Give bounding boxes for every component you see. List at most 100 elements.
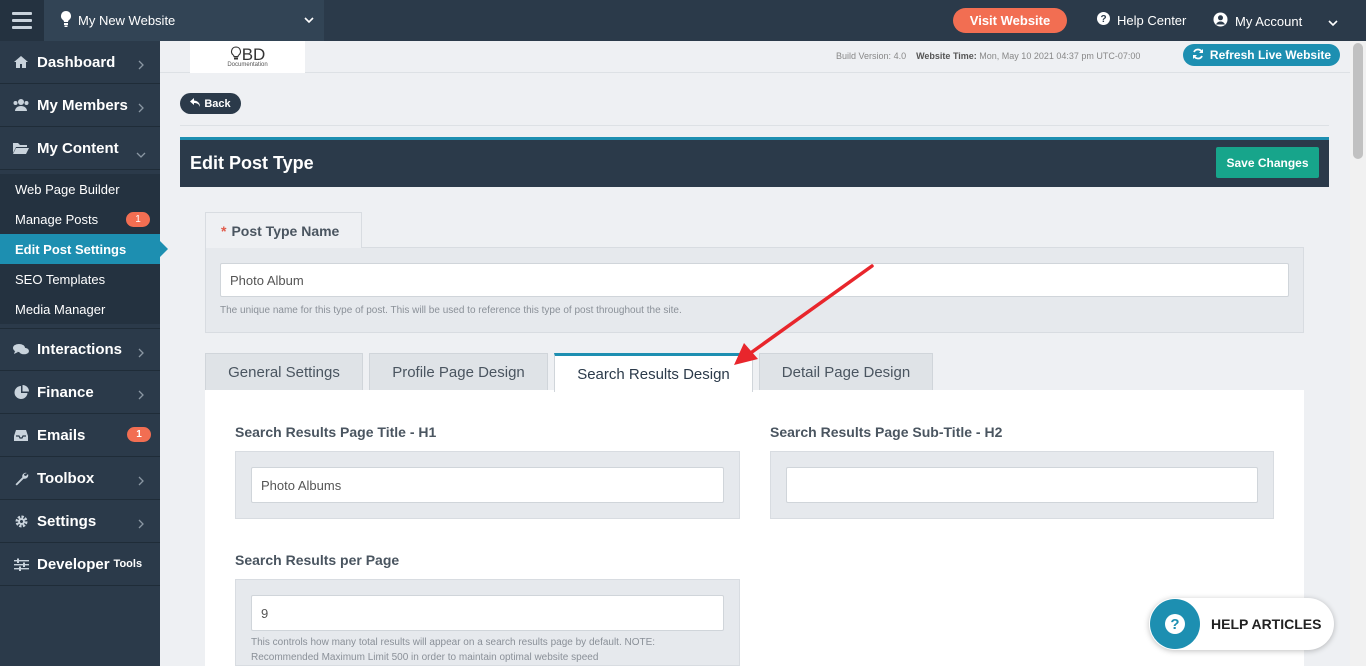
website-time-value: Mon, May 10 2021 04:37 pm UTC-07:00 (979, 51, 1141, 61)
refresh-live-website-button[interactable]: Refresh Live Website (1183, 44, 1340, 66)
sidebar-item-edit-post-settings[interactable]: Edit Post Settings (0, 234, 168, 264)
wrench-icon (12, 471, 30, 486)
hamburger-menu-icon[interactable] (0, 0, 44, 41)
top-bar: My New Website Visit Website ? Help Cent… (0, 0, 1366, 41)
website-selector[interactable]: My New Website (44, 0, 324, 41)
chevron-right-icon (138, 345, 144, 362)
help-center-label: Help Center (1117, 12, 1187, 28)
sidebar-item-label: Finance (37, 383, 94, 401)
sliders-icon (12, 558, 30, 571)
visit-website-button[interactable]: Visit Website (953, 8, 1067, 33)
post-type-name-tab: * Post Type Name (205, 212, 362, 248)
post-type-name-hint: The unique name for this type of post. T… (220, 305, 682, 316)
website-name: My New Website (78, 13, 176, 28)
svg-text:?: ? (1100, 14, 1106, 25)
sidebar-item-label: Toolbox (37, 469, 95, 487)
sidebar-item-media-manager[interactable]: Media Manager (0, 294, 160, 324)
sidebar-item-my-members[interactable]: My Members (0, 84, 160, 127)
help-center-link[interactable]: ? Help Center (1097, 12, 1186, 28)
h1-title-input[interactable]: Photo Albums (251, 467, 724, 503)
sidebar-item-label: Interactions (37, 341, 123, 358)
tab-general-settings[interactable]: General Settings (205, 353, 363, 391)
pie-chart-icon (12, 384, 30, 400)
sidebar-item-emails[interactable]: Emails 1 (0, 414, 160, 457)
info-bar: BD Documentation Build Version: 4.0 Webs… (160, 41, 1350, 73)
reply-arrow-icon (190, 97, 201, 110)
sidebar-item-web-page-builder[interactable]: Web Page Builder (0, 174, 160, 204)
question-circle-icon: ? (1097, 12, 1110, 28)
divider (180, 125, 1329, 126)
results-per-page-hint: This controls how many total results wil… (251, 637, 656, 663)
refresh-label: Refresh Live Website (1209, 48, 1332, 62)
sidebar-item-suffix: Tools (113, 558, 143, 570)
build-version-label: Build Version: (836, 51, 892, 61)
home-icon (12, 55, 30, 69)
chevron-down-icon (136, 145, 146, 162)
sidebar-item-dashboard[interactable]: Dashboard (0, 41, 160, 84)
inbox-icon (12, 429, 30, 442)
sidebar-item-interactions[interactable]: Interactions (0, 328, 160, 371)
folder-open-icon (12, 141, 30, 155)
lightbulb-icon (60, 10, 72, 31)
help-articles-label: HELP ARTICLES (1211, 616, 1322, 632)
sidebar-item-manage-posts[interactable]: Manage Posts 1 (0, 204, 160, 234)
chevron-right-icon (138, 57, 144, 74)
sidebar-item-label: Settings (37, 512, 97, 530)
sidebar-item-label: SEO Templates (15, 271, 106, 287)
sidebar-item-settings[interactable]: Settings (0, 500, 160, 543)
build-version-value: 4.0 (893, 51, 907, 61)
question-icon: ? (1150, 599, 1200, 649)
sidebar-item-label: Web Page Builder (15, 181, 120, 197)
sidebar-item-finance[interactable]: Finance (0, 371, 160, 414)
sidebar-item-toolbox[interactable]: Toolbox (0, 457, 160, 500)
back-label: Back (204, 97, 231, 110)
chevron-down-icon[interactable] (1328, 15, 1338, 33)
chevron-right-icon (138, 387, 144, 404)
results-per-page-input[interactable]: 9 (251, 595, 724, 631)
user-circle-icon (1213, 12, 1228, 30)
svg-text:?: ? (1170, 616, 1179, 633)
users-icon (12, 98, 30, 112)
my-account-menu[interactable]: My Account (1213, 12, 1302, 30)
save-changes-button[interactable]: Save Changes (1216, 147, 1319, 178)
page-title: Edit Post Type (190, 153, 314, 173)
chevron-right-icon (138, 473, 144, 490)
my-content-submenu: Web Page Builder Manage Posts 1 Edit Pos… (0, 174, 168, 324)
sidebar-item-my-content[interactable]: My Content (0, 127, 160, 170)
sidebar-item-label: Emails (37, 426, 86, 444)
post-type-name-input[interactable]: Photo Album (220, 263, 1289, 297)
sidebar-item-label: Media Manager (15, 301, 106, 317)
site-logo[interactable]: BD Documentation (190, 41, 305, 73)
comments-icon (12, 343, 30, 357)
chevron-down-icon (304, 13, 314, 28)
refresh-icon (1192, 48, 1204, 63)
sidebar-item-label: My Content (37, 139, 119, 157)
sidebar: Dashboard My Members My Content Web Page… (0, 41, 168, 666)
help-articles-button[interactable]: ? HELP ARTICLES (1149, 598, 1334, 650)
tab-search-results-design[interactable]: Search Results Design (554, 353, 753, 392)
scrollbar-thumb[interactable] (1353, 43, 1363, 159)
tab-detail-page-design[interactable]: Detail Page Design (759, 353, 933, 391)
sidebar-item-label: Manage Posts (15, 211, 99, 227)
sidebar-item-label: Edit Post Settings (15, 241, 127, 257)
panel-header: Edit Post Type Save Changes (180, 137, 1329, 187)
logo-text: BD (230, 46, 265, 63)
results-per-page-label: Search Results per Page (235, 552, 400, 568)
h2-subtitle-label: Search Results Page Sub-Title - H2 (770, 424, 1003, 440)
chevron-right-icon (138, 516, 144, 533)
back-button[interactable]: Back (180, 93, 241, 114)
required-marker: * (221, 222, 227, 239)
logo-subtitle: Documentation (227, 62, 268, 68)
build-info: Build Version: 4.0 Website Time: Mon, Ma… (836, 51, 1140, 61)
notification-badge: 1 (127, 427, 151, 442)
page-scrollbar[interactable] (1350, 41, 1366, 666)
sidebar-item-developer-tools[interactable]: Developer Tools (0, 543, 160, 586)
sidebar-item-seo-templates[interactable]: SEO Templates (0, 264, 160, 294)
chevron-right-icon (138, 100, 144, 117)
website-time-label: Website Time: (916, 51, 977, 61)
tab-profile-page-design[interactable]: Profile Page Design (369, 353, 548, 391)
gear-icon (12, 514, 30, 529)
post-type-name-label: Post Type Name (231, 222, 340, 239)
h2-subtitle-input[interactable] (786, 467, 1258, 503)
notification-badge: 1 (126, 212, 150, 227)
